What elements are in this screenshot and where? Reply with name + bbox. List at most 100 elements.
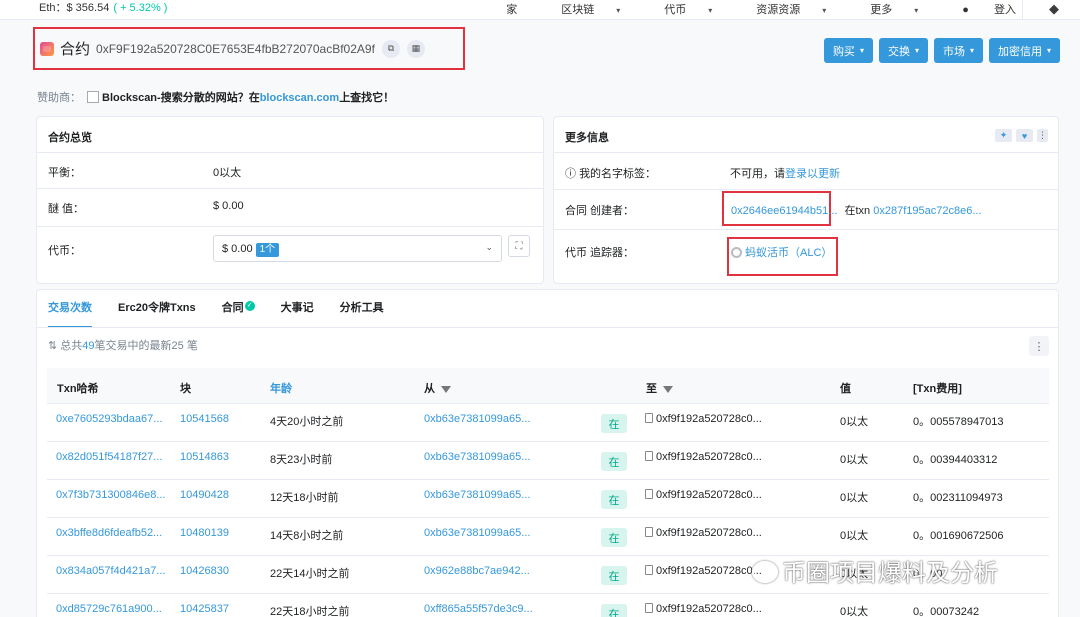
block-link[interactable]: 10514863 — [180, 451, 229, 463]
table-header — [47, 368, 1049, 404]
txn-hash-link[interactable]: 0x834a057f4d421a7... — [56, 565, 166, 577]
buy-button[interactable]: 购买 ▾ — [823, 38, 873, 63]
filter-icon[interactable] — [663, 386, 673, 393]
txn-hash-link[interactable]: 0x3bffe8d6fdeafb52... — [56, 527, 162, 539]
from-address-link[interactable]: 0xb63e7381099a65... — [424, 413, 530, 425]
table-row: 0xd85729c761a900... 10425837 22天18小时之前 0xff… — [47, 594, 1049, 617]
crypto-credit-button[interactable]: 加密信用 ▾ — [988, 38, 1060, 63]
direction-in-badge: 在 — [601, 490, 627, 509]
block-link[interactable]: 10480139 — [180, 527, 229, 539]
chevron-down-icon: ▾ — [1046, 46, 1051, 55]
to-address[interactable]: 0xf9f192a520728c0... — [645, 527, 762, 539]
market-button[interactable]: 市场 ▾ — [933, 38, 983, 63]
ether-value: $ 0.00 — [213, 200, 244, 212]
nav-more[interactable]: 更多 ▾ — [848, 1, 918, 17]
creator-txn-link[interactable]: 0x287f195ac72c8e6... — [873, 205, 981, 217]
magic-wand-icon[interactable]: ✦ — [995, 129, 1012, 142]
txn-hash-link[interactable]: 0xe7605293bdaa67... — [56, 413, 162, 425]
contract-file-icon — [645, 451, 653, 461]
more-vertical-icon[interactable]: ⋮ — [1037, 129, 1048, 142]
col-value: 值 — [840, 383, 851, 395]
txn-hash-link[interactable]: 0xd85729c761a900... — [56, 603, 162, 615]
contract-file-icon — [645, 527, 653, 537]
name-tag-value: 不可用，请登录以更新 — [730, 168, 840, 180]
txn-value: 0以太 — [840, 454, 869, 466]
more-info-title: 更多信息 — [565, 132, 609, 144]
expand-icon[interactable]: ⛶ — [508, 235, 530, 257]
name-tag-label: ⓘ 我的名字标签： — [565, 168, 657, 180]
heart-icon[interactable]: ♥ — [1016, 129, 1033, 142]
from-address-link[interactable]: 0xb63e7381099a65... — [424, 527, 530, 539]
divider — [37, 327, 1058, 328]
ether-value-label: 醚 值： — [48, 203, 85, 215]
more-info-actions: ✦ ♥ ⋮ — [995, 129, 1048, 142]
tab-transactions[interactable]: 交易次数 — [48, 299, 92, 328]
sponsor-name[interactable]: Blockscan — [102, 92, 157, 104]
txn-hash-link[interactable]: 0x82d051f54187f27... — [56, 451, 162, 463]
help-icon: ⓘ — [565, 168, 576, 180]
balance-value: 0以太 — [213, 167, 242, 179]
table-row: 0xe7605293bdaa67... 10541568 4天20小时之前 0xb63… — [47, 404, 1049, 442]
chevron-down-icon: ▾ — [859, 46, 864, 55]
to-address[interactable]: 0xf9f192a520728c0... — [645, 565, 762, 577]
token-logo-icon — [731, 247, 742, 258]
page-title: 合约 — [60, 41, 91, 58]
copy-icon[interactable]: ⧉ — [381, 39, 400, 58]
user-icon: ● — [962, 4, 969, 16]
divider — [554, 229, 1058, 230]
creator-address-link[interactable]: 0x2646ee61944b51... — [731, 205, 837, 217]
from-address-link[interactable]: 0x962e88bc7ae942... — [424, 565, 530, 577]
txn-hash-link[interactable]: 0x7f3b731300846e8... — [56, 489, 166, 501]
chevron-down-icon: ⌄ — [485, 242, 493, 252]
total-transactions-count: 49 — [82, 340, 95, 352]
login-to-update-link[interactable]: 登录以更新 — [785, 168, 840, 180]
more-vertical-icon[interactable]: ⋮ — [1029, 336, 1049, 356]
nav-login[interactable]: ● 登入 — [940, 1, 1016, 17]
sponsor-line: 赞助商： Blockscan-搜索分散的网站？在blockscan.com上查找它… — [37, 91, 395, 104]
col-age[interactable]: 年龄 — [270, 380, 292, 396]
divider — [37, 152, 543, 153]
block-link[interactable]: 10541568 — [180, 413, 229, 425]
overview-title: 合约总览 — [48, 132, 92, 144]
block-link[interactable]: 10490428 — [180, 489, 229, 501]
token-tracker-value: 蚂蚁活币（ALC） — [731, 244, 832, 260]
txn-value: 0以太 — [840, 530, 869, 542]
block-link[interactable]: 10425837 — [180, 603, 229, 615]
contract-file-icon — [645, 413, 653, 423]
to-address[interactable]: 0xf9f192a520728c0... — [645, 451, 762, 463]
page-header: 合约 0xF9F192a520728C0E7653E4fbB272070acBf… — [40, 38, 425, 59]
txn-fee: 0。00073242 — [913, 606, 980, 617]
block-link[interactable]: 10426830 — [180, 565, 229, 577]
top-bar: Eth：$ 356.54( + 5.32% ) 家 区块链 ▾ 代币 ▾ 资源资源 ▾… — [0, 0, 1080, 20]
token-tracker-link[interactable]: 蚂蚁活币（ALC） — [745, 247, 832, 259]
qr-code-icon[interactable]: ▦ — [406, 39, 425, 58]
col-to: 至 — [646, 380, 673, 396]
txn-value: 0以太 — [840, 606, 869, 617]
sponsor-link[interactable]: blockscan.com — [260, 92, 339, 104]
direction-in-badge: 在 — [601, 604, 627, 617]
direction-in-badge: 在 — [601, 452, 627, 471]
txn-age: 12天18小时前 — [270, 492, 339, 504]
tab-contract[interactable]: 合同 ✓ — [222, 299, 255, 315]
nav-tokens[interactable]: 代币 ▾ — [642, 1, 712, 17]
from-address-link[interactable]: 0xff865a55f57de3c9... — [424, 603, 533, 615]
watermark: 币圈项目爆料及分析 — [752, 553, 998, 588]
filter-icon[interactable] — [441, 386, 451, 393]
tab-analytics[interactable]: 分析工具 — [340, 299, 384, 315]
to-address[interactable]: 0xf9f192a520728c0... — [645, 413, 762, 425]
nav-home[interactable]: 家 — [506, 1, 517, 17]
exchange-button[interactable]: 交换 ▾ — [878, 38, 928, 63]
tab-events[interactable]: 大事记 — [281, 299, 314, 315]
divider — [37, 188, 543, 189]
tab-erc20-transfers[interactable]: Erc20令牌Txns — [118, 299, 196, 315]
to-address[interactable]: 0xf9f192a520728c0... — [645, 489, 762, 501]
ethereum-icon[interactable]: ◆ — [1049, 1, 1059, 17]
from-address-link[interactable]: 0xb63e7381099a65... — [424, 451, 530, 463]
nav-resources[interactable]: 资源资源 ▾ — [734, 1, 826, 17]
from-address-link[interactable]: 0xb63e7381099a65... — [424, 489, 530, 501]
direction-in-badge: 在 — [601, 414, 627, 433]
col-block: 块 — [180, 383, 191, 395]
to-address[interactable]: 0xf9f192a520728c0... — [645, 603, 762, 615]
nav-blockchain[interactable]: 区块链 ▾ — [539, 1, 620, 17]
token-holdings-dropdown[interactable]: $ 0.00 1个 ⌄ — [213, 235, 502, 262]
